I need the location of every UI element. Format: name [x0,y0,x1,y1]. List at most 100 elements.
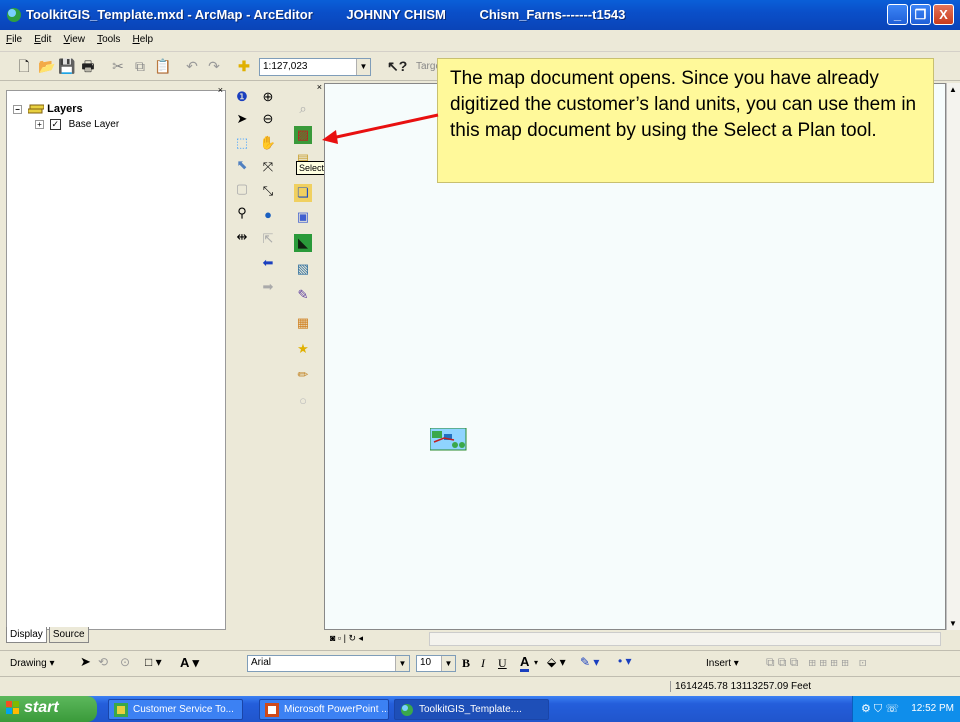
map-scale-select[interactable]: 1:127,023 ▼ [259,58,371,76]
go-to-xy-icon[interactable]: ⇱ [259,230,277,248]
taskbar-item-arcmap[interactable]: ToolkitGIS_Template.... [394,699,549,720]
chevron-down-icon[interactable]: ▼ [356,59,370,75]
close-button[interactable]: X [933,4,954,25]
print-icon[interactable]: 🖶 [80,58,96,74]
drawing-menu[interactable]: Drawing ▾ [10,658,54,669]
chevron-down-icon[interactable]: ▾ [534,658,538,667]
insert-menu[interactable]: Insert ▾ [706,658,739,669]
chevron-down-icon[interactable]: ▼ [441,656,455,671]
toc-close-icon[interactable]: × [218,85,223,95]
toolkit-search-icon[interactable]: ⌕ [294,100,312,118]
layer-visibility-checkbox[interactable]: ✓ [49,119,61,130]
full-extent-globe-icon[interactable]: ● [259,206,277,224]
forward-extent-arrow-icon[interactable]: ➡ [259,278,277,296]
new-text-icon[interactable]: A ▾ [180,655,199,671]
menu-help[interactable]: Help [126,30,156,45]
marker-color-icon[interactable]: • ▾ [618,654,632,668]
task-label: Microsoft PowerPoint ... [284,704,389,715]
map-horizontal-scrollbar[interactable] [429,632,941,646]
cursor-coordinates: 1614245.78 13113257.09 Feet [670,681,811,692]
tab-source[interactable]: Source [48,627,89,643]
taskbar-item-customer-service[interactable]: Customer Service To... [108,699,243,720]
report-icon[interactable]: ▦ [294,314,312,332]
rectangle-tool-icon[interactable]: □ ▾ [145,655,162,669]
undo-icon[interactable]: ↶ [184,58,200,74]
select-elements-icon[interactable]: ⬉ [233,156,251,174]
font-size-value: 10 [420,657,432,668]
map-bottom-bar: ◙ ▫ | ↻ ◂ [324,630,960,648]
toc-layer-item[interactable]: + ✓ Base Layer [35,119,119,130]
menu-tools[interactable]: Tools [91,30,123,45]
map-scale-value: 1:127,023 [263,61,308,72]
practices-star-icon[interactable]: ★ [294,340,312,358]
maximize-button[interactable]: ❐ [910,4,931,25]
find-binoculars-icon[interactable]: ⚲ [233,204,251,222]
font-color-icon[interactable]: A [520,654,530,672]
tab-display[interactable]: Display [6,627,47,643]
tray-clock[interactable]: 12:52 PM [911,703,954,714]
map-vertical-scrollbar[interactable]: ▲ ▼ [946,83,960,630]
redo-icon[interactable]: ↷ [206,58,222,74]
menu-file[interactable]: File [0,30,25,45]
collapse-icon[interactable]: − [13,104,22,114]
tray-icons[interactable]: ⚙ ⛉ ☏ [861,702,899,716]
select-arrow-icon[interactable]: ➤ [233,110,251,128]
status-bar: 1614245.78 13113257.09 Feet [0,676,960,696]
fixed-zoom-in-icon[interactable]: ⤧ [259,158,277,176]
rotate-icon[interactable]: ⟲ [98,655,108,669]
app-icon [114,703,128,717]
new-document-icon[interactable]: 🗋 [16,58,32,74]
scroll-up-icon[interactable]: ▲ [949,85,957,94]
tools-toolbar: ❶ ➤ ⬚ ⬉ ▢ ⚲ ⇹ ⊕ ⊖ ✋ ⤧ ⤡ ● ⇱ ⬅ ➡ [229,88,281,294]
minimize-button[interactable]: _ [887,4,908,25]
view-toggle-controls[interactable]: ◙ ▫ | ↻ ◂ [330,633,363,644]
line-color-icon[interactable]: ✎ ▾ [580,655,599,669]
pan-hand-icon[interactable]: ✋ [259,134,277,152]
back-extent-arrow-icon[interactable]: ⬅ [259,254,277,272]
toolkit-close-icon[interactable]: × [317,82,322,92]
select-features-icon[interactable]: ⬚ [233,134,251,152]
layout-tools-icon[interactable]: ⧉ ⧉ ⧉ ⊞ ⊞ ⊞ ⊞ ⊡ [766,655,867,670]
clear-selection-icon[interactable]: ▢ [233,180,251,198]
inactive-circle-icon[interactable]: ○ [294,392,312,410]
land-units-icon[interactable]: ❏ [294,184,312,202]
identify-icon[interactable]: ❶ [233,88,251,106]
start-button[interactable]: start [0,696,97,722]
edit-plan-icon[interactable]: ✎ [294,286,312,304]
scroll-down-icon[interactable]: ▼ [949,619,957,628]
toc-root[interactable]: − Layers [13,103,83,115]
bold-icon[interactable]: B [462,656,470,671]
cut-icon[interactable]: ✂ [110,58,126,74]
system-tray: ⚙ ⛉ ☏ 12:52 PM [852,696,960,722]
windows-taskbar: start Customer Service To... Microsoft P… [0,696,960,722]
zoom-whole-page-icon[interactable]: ⊙ [120,655,130,669]
save-icon[interactable]: 💾 [58,58,75,74]
callout-arrow [322,113,439,144]
chevron-down-icon[interactable]: ▼ [395,656,409,671]
boundary-icon[interactable]: ▣ [294,208,312,226]
fixed-zoom-out-icon[interactable]: ⤡ [259,182,277,200]
select-a-plan-icon[interactable]: ▨ [294,126,312,144]
font-size-select[interactable]: 10 ▼ [416,655,456,672]
menu-bar: File Edit View Tools Help [0,30,960,52]
menu-edit[interactable]: Edit [28,30,54,45]
measure-icon[interactable]: ⇹ [233,228,251,246]
menu-view[interactable]: View [57,30,88,45]
italic-icon[interactable]: I [481,656,485,671]
zoom-in-icon[interactable]: ⊕ [259,88,277,106]
fill-color-icon[interactable]: ⬙ ▾ [547,655,566,669]
select-elements-arrow-icon[interactable]: ➤ [80,654,91,670]
pencil-icon[interactable]: ✏ [294,366,312,384]
expand-icon[interactable]: + [35,120,44,129]
imagery-icon[interactable]: ◣ [294,234,312,252]
underline-icon[interactable]: U [498,656,507,671]
copy-icon[interactable]: ⧉ [132,58,148,74]
whats-this-help-icon[interactable]: ↖? [387,58,407,74]
add-data-icon[interactable]: ✚ [236,58,252,74]
paste-icon[interactable]: 📋 [154,58,171,74]
font-select[interactable]: Arial ▼ [247,655,410,672]
taskbar-item-powerpoint[interactable]: Microsoft PowerPoint ... [259,699,389,720]
open-folder-icon[interactable]: 📂 [38,58,55,74]
zoom-out-icon[interactable]: ⊖ [259,110,277,128]
soils-map-icon[interactable]: ▧ [294,260,312,278]
